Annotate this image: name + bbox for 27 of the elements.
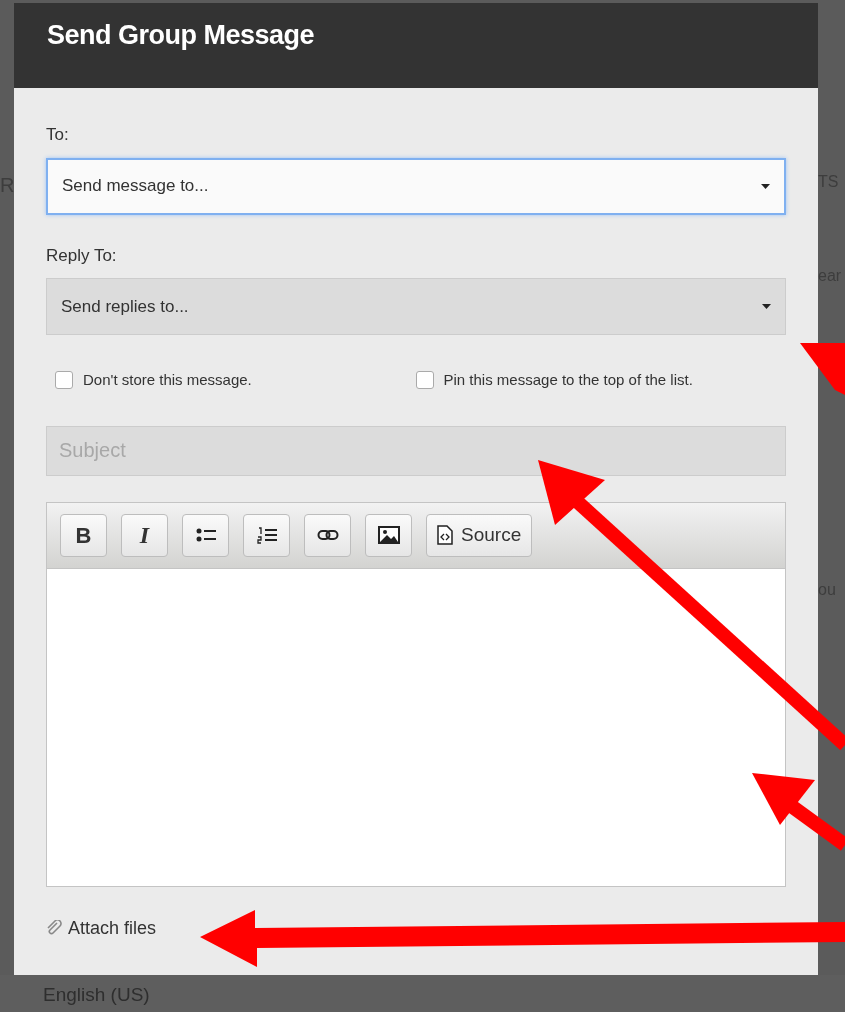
dialog-title: Send Group Message xyxy=(47,19,315,52)
field-label: To: xyxy=(46,124,69,146)
editor-area[interactable]: B I Source xyxy=(46,501,786,887)
source-file-icon xyxy=(437,525,453,545)
bulleted-list-button[interactable] xyxy=(182,513,229,557)
annotation-arrow xyxy=(800,343,845,395)
numbered-list-icon xyxy=(256,526,277,544)
image-button[interactable] xyxy=(365,513,412,557)
bold-button[interactable]: B xyxy=(60,513,107,557)
link-button[interactable] xyxy=(304,513,351,557)
reply-to-dropdown[interactable]: Send replies to... xyxy=(46,278,786,335)
link-icon xyxy=(316,529,339,541)
caret-icon xyxy=(761,183,770,189)
checkbox-label: Pin this message to the top of the list. xyxy=(443,370,693,390)
paperclip-icon xyxy=(46,920,62,936)
checkbox[interactable] xyxy=(55,371,73,390)
attach-files-link[interactable]: Attach files xyxy=(46,914,157,942)
source-button[interactable]: Source xyxy=(426,513,533,557)
checkbox-label: Don't store this message. xyxy=(83,370,252,390)
field-label: Reply To: xyxy=(46,244,117,267)
checkbox[interactable] xyxy=(415,371,434,390)
image-icon xyxy=(377,526,400,544)
numbered-list-button[interactable] xyxy=(243,513,290,557)
recipient-dropdown[interactable]: Send message to... xyxy=(46,157,786,215)
italic-button[interactable]: I xyxy=(121,513,168,557)
bulleted-list-icon xyxy=(195,527,216,543)
caret-icon xyxy=(762,304,771,309)
